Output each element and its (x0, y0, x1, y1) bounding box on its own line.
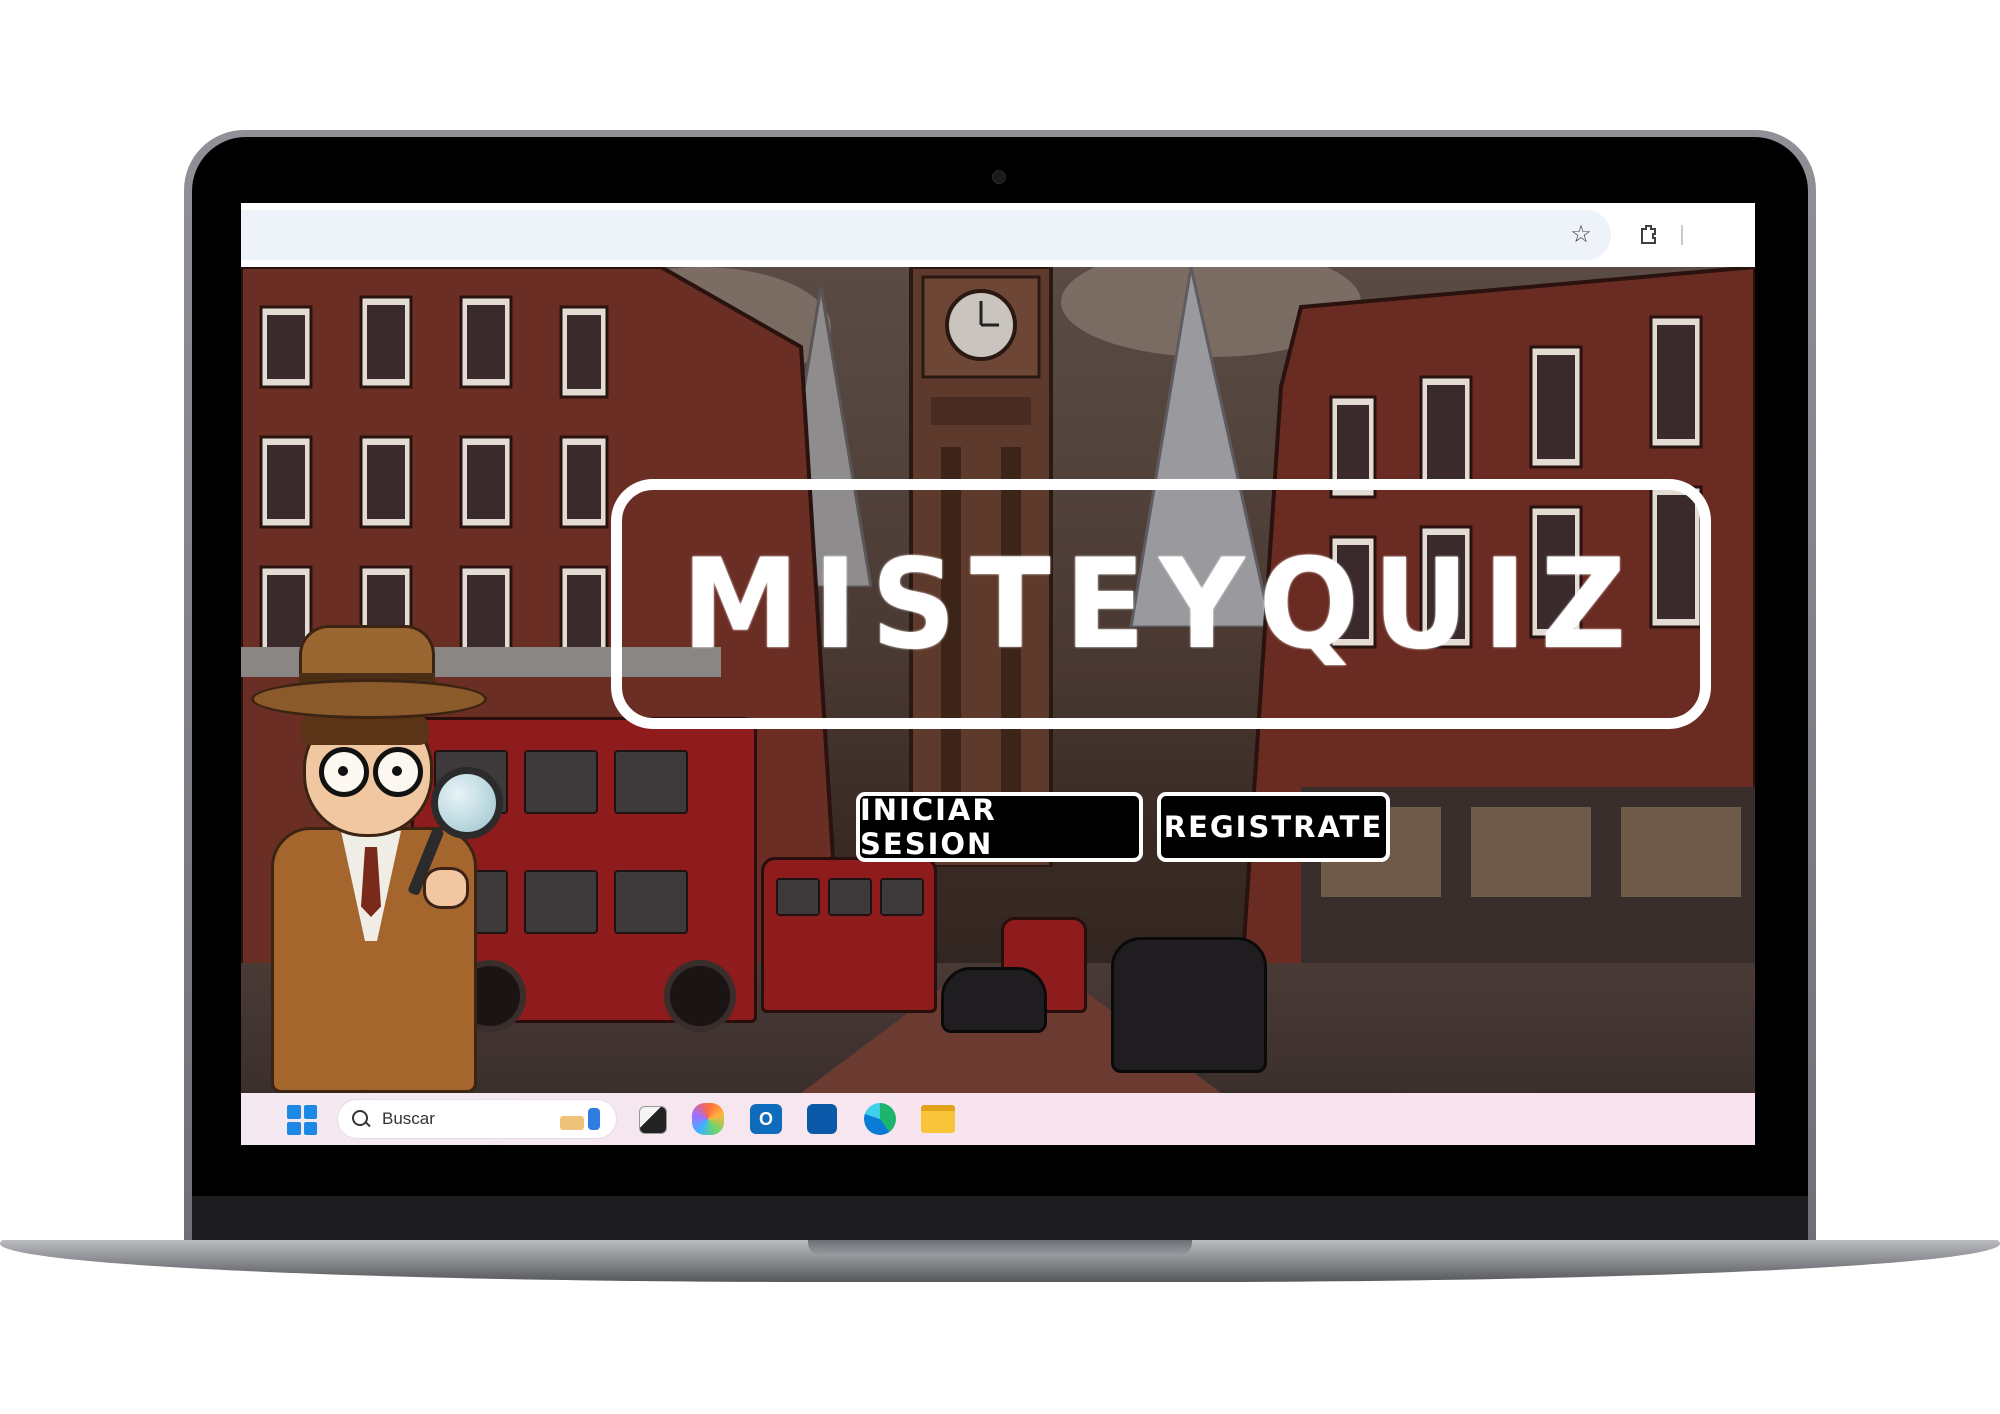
site-logo: MISTEYQUIZ (681, 531, 1641, 677)
bus-window (776, 878, 820, 916)
extensions-icon[interactable] (1634, 219, 1664, 249)
bus-window (524, 870, 598, 934)
browser-toolbar: ☆ (241, 203, 1755, 267)
file-explorer-icon[interactable] (921, 1105, 955, 1133)
edge-icon[interactable] (864, 1103, 896, 1135)
windows-start-icon[interactable] (287, 1105, 317, 1135)
outlook-icon[interactable]: O (750, 1104, 782, 1134)
search-icon (352, 1110, 370, 1128)
taskbar-search-box[interactable]: Buscar (337, 1099, 617, 1139)
toolbar-divider (1681, 225, 1683, 245)
register-button[interactable]: REGISTRATE (1157, 792, 1390, 862)
logo-frame: MISTEYQUIZ (611, 479, 1711, 729)
search-highlight-icon (560, 1108, 600, 1130)
black-taxi (1111, 937, 1267, 1073)
bus-window (828, 878, 872, 916)
bus-window (614, 870, 688, 934)
microsoft-store-icon[interactable] (807, 1104, 837, 1134)
copilot-icon[interactable] (692, 1103, 724, 1135)
login-button[interactable]: INICIAR SESION (856, 792, 1143, 862)
detective-hand (423, 867, 469, 909)
magnifying-glass-icon (431, 767, 503, 839)
hero-section: MISTEYQUIZ INICIAR SESION REGISTRATE (241, 267, 1755, 1093)
glasses-lens-left (319, 747, 369, 797)
star-icon[interactable]: ☆ (1566, 219, 1596, 249)
windows-taskbar: Buscar O (241, 1093, 1755, 1145)
bus-window (880, 878, 924, 916)
laptop-screen: ☆ MISTEYQUIZ INICIAR SESION REGISTRATE B… (241, 203, 1755, 1145)
bus-wheel (664, 960, 736, 1032)
search-placeholder: Buscar (382, 1109, 435, 1128)
black-taxi (941, 967, 1047, 1033)
task-view-icon[interactable] (639, 1106, 667, 1134)
bus-window (524, 750, 598, 814)
detective-hat-brim (251, 679, 487, 719)
bus-window (614, 750, 688, 814)
laptop-hinge-notch (808, 1240, 1192, 1256)
address-bar[interactable] (241, 210, 1611, 260)
webcam (992, 170, 1006, 184)
detective-illustration (251, 617, 503, 1093)
red-double-decker-bus (761, 857, 937, 1013)
glasses-lens-right (373, 747, 423, 797)
laptop-chin (192, 1196, 1808, 1246)
